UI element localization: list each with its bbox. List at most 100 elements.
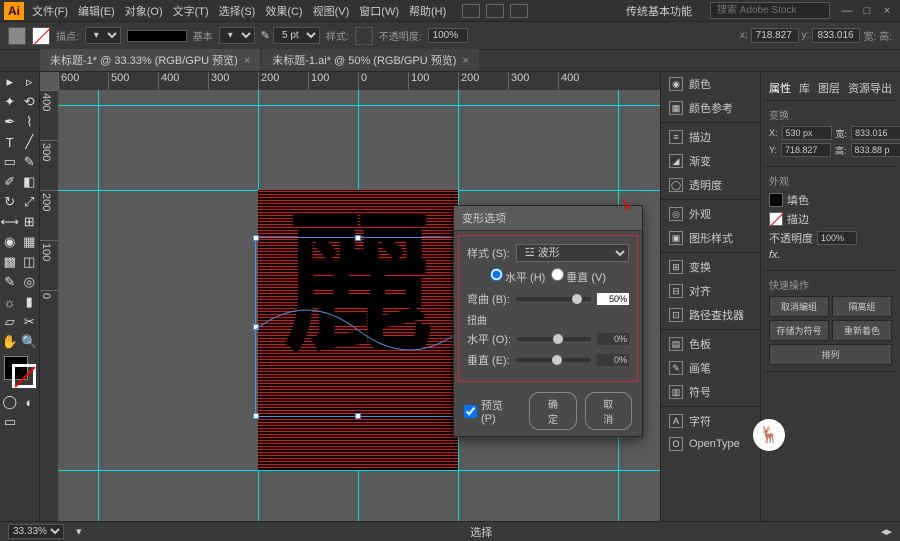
layout-icon[interactable] (462, 4, 480, 18)
guide[interactable] (58, 105, 660, 106)
panel-character[interactable]: A字符 (661, 409, 760, 433)
screen-mode[interactable]: ▭ (0, 412, 20, 432)
menu-edit[interactable]: 编辑(E) (78, 3, 115, 19)
selection-tool[interactable]: ▸ (0, 72, 20, 92)
transform-y[interactable] (781, 143, 831, 157)
v-distort-value[interactable]: 0% (597, 354, 629, 366)
arrange-button[interactable]: 排列 (769, 344, 892, 365)
save-symbol-button[interactable]: 存储为符号 (769, 320, 829, 341)
panel-pathfinder[interactable]: ⊡路径查找器 (661, 303, 760, 327)
isolate-button[interactable]: 隔离组 (832, 296, 892, 317)
perspective-tool[interactable]: ▦ (20, 232, 40, 252)
bend-slider[interactable] (516, 297, 591, 301)
panel-opentype[interactable]: OOpenType (661, 433, 760, 455)
transform-w[interactable] (851, 126, 900, 140)
slice-tool[interactable]: ✂ (20, 312, 40, 332)
panel-color[interactable]: ◉颜色 (661, 72, 760, 96)
draw-behind[interactable]: ◐ (20, 392, 40, 412)
width-tool[interactable]: ⟷ (0, 212, 20, 232)
brush-select[interactable]: 5 pt (273, 27, 320, 44)
menu-file[interactable]: 文件(F) (32, 3, 68, 19)
close-button[interactable]: × (878, 4, 896, 18)
line-tool[interactable]: ╱ (20, 132, 40, 152)
graph-tool[interactable]: ▮ (20, 292, 40, 312)
guide[interactable] (58, 470, 660, 471)
preview-checkbox[interactable]: 预览 (P) (464, 397, 513, 425)
zoom-select[interactable]: 33.33% (8, 524, 64, 539)
stroke-preview[interactable] (127, 30, 187, 42)
warp-style-select[interactable]: ☳ 波形 (516, 244, 629, 262)
color-swatches[interactable] (4, 356, 36, 388)
panel-symbols[interactable]: ▥符号 (661, 380, 760, 404)
recolor-button[interactable]: 重新着色 (832, 320, 892, 341)
bend-value[interactable]: 50% (597, 293, 629, 305)
stroke-swatch[interactable] (32, 27, 50, 45)
lasso-tool[interactable]: ⟲ (20, 92, 40, 112)
close-tab-icon[interactable]: × (244, 55, 250, 67)
menu-object[interactable]: 对象(O) (125, 3, 163, 19)
paintbrush-tool[interactable]: ✎ (20, 152, 40, 172)
curvature-tool[interactable]: ⌇ (20, 112, 40, 132)
rectangle-tool[interactable]: ▭ (0, 152, 20, 172)
symbol-tool[interactable]: ☼ (0, 292, 20, 312)
opacity-input[interactable] (817, 231, 857, 245)
eraser-tool[interactable]: ◧ (20, 172, 40, 192)
workspace-selector[interactable]: 传统基本功能 (626, 3, 692, 19)
panel-graphic-styles[interactable]: ▣图形样式 (661, 226, 760, 250)
eyedropper-tool[interactable]: ✎ (0, 272, 20, 292)
y-input[interactable] (812, 28, 860, 43)
handle[interactable] (355, 235, 361, 241)
scroll-right-icon[interactable]: ▸ (886, 525, 892, 538)
panel-brushes[interactable]: ✎画笔 (661, 356, 760, 380)
panel-color-guide[interactable]: ▦颜色参考 (661, 96, 760, 120)
scale-tool[interactable]: ⤢ (20, 192, 40, 212)
tab-layers[interactable]: 图层 (818, 80, 840, 96)
stroke-color[interactable] (12, 364, 36, 388)
cancel-button[interactable]: 取消 (585, 392, 632, 430)
artboard-tool[interactable]: ▱ (0, 312, 20, 332)
panel-transparency[interactable]: ◯透明度 (661, 173, 760, 197)
vertical-radio[interactable]: 垂直 (V) (551, 268, 606, 285)
search-input[interactable] (710, 2, 830, 19)
h-distort-slider[interactable] (517, 337, 591, 341)
pen-tool[interactable]: ✒ (0, 112, 20, 132)
magic-wand-tool[interactable]: ✦ (0, 92, 20, 112)
free-transform-tool[interactable]: ⊞ (20, 212, 40, 232)
menu-window[interactable]: 窗口(W) (359, 3, 399, 19)
maximize-button[interactable]: □ (858, 4, 876, 18)
handle[interactable] (355, 413, 361, 419)
shape-builder-tool[interactable]: ◉ (0, 232, 20, 252)
panel-appearance[interactable]: ◎外观 (661, 202, 760, 226)
zoom-tool[interactable]: 🔍 (20, 332, 40, 352)
direct-selection-tool[interactable]: ▹ (20, 72, 40, 92)
tab-properties[interactable]: 属性 (769, 80, 791, 96)
panel-transform[interactable]: ⊞变换 (661, 255, 760, 279)
panel-gradient[interactable]: ◢渐变 (661, 149, 760, 173)
brush-icon[interactable]: ✎ (261, 29, 270, 42)
panel-stroke[interactable]: ≡描边 (661, 125, 760, 149)
mesh-tool[interactable]: ▩ (0, 252, 20, 272)
handle[interactable] (253, 235, 259, 241)
panel-swatches[interactable]: ▤色板 (661, 332, 760, 356)
blend-tool[interactable]: ◎ (20, 272, 40, 292)
tab-libraries[interactable]: 库 (799, 80, 810, 96)
menu-select[interactable]: 选择(S) (219, 3, 256, 19)
menu-type[interactable]: 文字(T) (173, 3, 209, 19)
x-input[interactable] (751, 28, 799, 43)
rotate-tool[interactable]: ↻ (0, 192, 20, 212)
ok-button[interactable]: 确定 (529, 392, 576, 430)
stroke-select[interactable]: ▾ (219, 27, 255, 44)
draw-normal[interactable]: ◯ (0, 392, 20, 412)
shaper-tool[interactable]: ✐ (0, 172, 20, 192)
stroke-swatch[interactable] (769, 212, 783, 226)
guide[interactable] (98, 90, 99, 541)
tab-asset-export[interactable]: 资源导出 (848, 80, 892, 96)
dialog-title[interactable]: 变形选项 (454, 206, 642, 231)
menu-view[interactable]: 视图(V) (313, 3, 350, 19)
transform-x[interactable] (782, 126, 832, 140)
ungroup-button[interactable]: 取消编组 (769, 296, 829, 317)
document-tab-1[interactable]: 未标题-1* @ 33.33% (RGB/GPU 预览)× (40, 49, 260, 71)
close-tab-icon[interactable]: × (462, 55, 468, 67)
fill-swatch[interactable] (769, 193, 783, 207)
hand-tool[interactable]: ✋ (0, 332, 20, 352)
